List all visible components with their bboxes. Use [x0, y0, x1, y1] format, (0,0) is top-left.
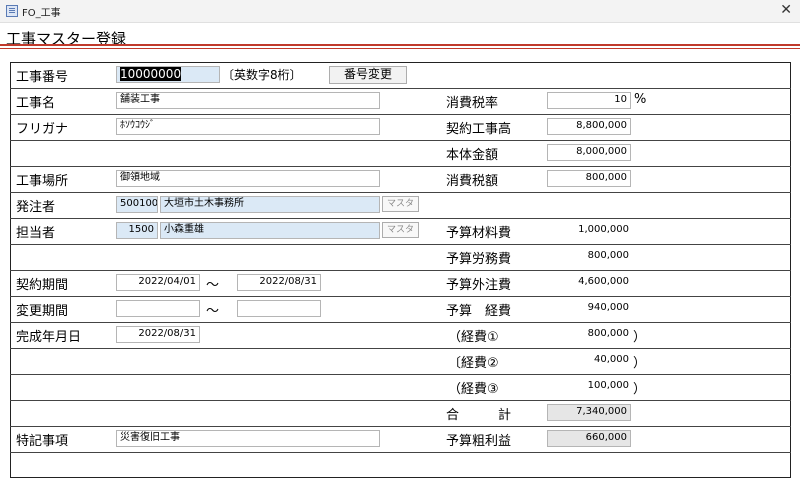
row-separator: [10, 88, 791, 89]
row-separator: [10, 426, 791, 427]
staff-label: 担当者: [16, 226, 56, 241]
client-master-button[interactable]: マスタ: [382, 196, 419, 212]
place-label: 工事場所: [16, 174, 69, 189]
change-to-input[interactable]: [237, 300, 321, 317]
gross-profit-field: 660,000: [547, 430, 631, 447]
expense2-value: 40,000: [594, 354, 629, 365]
expense3-close: ）: [633, 382, 647, 397]
change-from-input[interactable]: [116, 300, 200, 317]
expense2-label: 〔経費②: [448, 356, 499, 371]
tax-rate-unit: %: [634, 92, 647, 107]
base-amount-label: 本体金額: [446, 148, 499, 163]
total-field: 7,340,000: [547, 404, 631, 421]
furigana-input[interactable]: ﾎｿｳｺｳｼﾞ: [116, 118, 380, 135]
construction-name-input[interactable]: 舗装工事: [116, 92, 380, 109]
header-divider-thin: [0, 48, 800, 49]
change-period-label: 変更期間: [16, 304, 69, 319]
contract-period-tilde: ～: [206, 278, 220, 293]
contract-period-label: 契約期間: [16, 278, 69, 293]
row-separator: [10, 140, 791, 141]
form-header: 工事マスター登録: [0, 23, 800, 55]
row-separator: [10, 348, 791, 349]
expense1-label: （経費①: [448, 330, 499, 345]
base-amount-input[interactable]: 8,000,000: [547, 144, 631, 161]
completion-date-label: 完成年月日: [16, 330, 82, 345]
row-separator: [10, 114, 791, 115]
row-separator: [10, 166, 791, 167]
expenses-value: 940,000: [587, 302, 629, 313]
completion-date-input[interactable]: 2022/08/31: [116, 326, 200, 343]
expense3-value: 100,000: [587, 380, 629, 391]
staff-name-field: 小森重雄: [160, 222, 380, 239]
change-period-tilde: ～: [206, 304, 220, 319]
client-label: 発注者: [16, 200, 56, 215]
expense3-label: （経費③: [448, 382, 499, 397]
labor-value: 800,000: [587, 250, 629, 261]
row-separator: [10, 452, 791, 453]
labor-label: 予算労務費: [446, 252, 512, 267]
row-separator: [10, 296, 791, 297]
material-value: 1,000,000: [578, 224, 629, 235]
tax-amount-input[interactable]: 800,000: [547, 170, 631, 187]
contract-to-input[interactable]: 2022/08/31: [237, 274, 321, 291]
tax-amount-label: 消費税額: [446, 174, 499, 189]
staff-code-input[interactable]: 1500: [116, 222, 158, 239]
row-separator: [10, 270, 791, 271]
notes-input[interactable]: 災害復旧工事: [116, 430, 380, 447]
change-number-button[interactable]: 番号変更: [329, 66, 407, 84]
staff-master-button[interactable]: マスタ: [382, 222, 419, 238]
close-icon[interactable]: ✕: [780, 2, 792, 18]
row-separator: [10, 322, 791, 323]
row-separator: [10, 400, 791, 401]
outsourcing-label: 予算外注費: [446, 278, 512, 293]
client-code-input[interactable]: 500100: [116, 196, 158, 213]
expense2-close: ）: [633, 356, 647, 371]
contract-from-input[interactable]: 2022/04/01: [116, 274, 200, 291]
window-title: FO_工事: [22, 8, 61, 19]
client-name-field: 大垣市土木事務所: [160, 196, 380, 213]
expense1-close: ）: [633, 330, 647, 345]
place-input[interactable]: 御領地域: [116, 170, 380, 187]
total-label: 合 計: [446, 408, 512, 423]
material-label: 予算材料費: [446, 226, 512, 241]
notes-label: 特記事項: [16, 434, 69, 449]
expenses-label: 予算 経費: [446, 304, 512, 319]
expense1-value: 800,000: [587, 328, 629, 339]
window-titlebar: FO_工事 ✕: [0, 0, 800, 23]
construction-no-value: 10000000: [120, 67, 182, 81]
tax-rate-label: 消費税率: [446, 96, 499, 111]
construction-no-label: 工事番号: [16, 70, 69, 85]
gross-profit-label: 予算粗利益: [446, 434, 512, 449]
construction-no-hint: 〔英数字8桁〕: [222, 68, 302, 82]
construction-no-input[interactable]: 10000000: [116, 66, 220, 83]
construction-name-label: 工事名: [16, 96, 56, 111]
row-separator: [10, 374, 791, 375]
row-separator: [10, 192, 791, 193]
app-form-icon: [6, 5, 18, 17]
furigana-label: フリガナ: [16, 122, 69, 137]
tax-rate-input[interactable]: 10: [547, 92, 631, 109]
header-divider-thick: [0, 44, 800, 46]
contract-amount-input[interactable]: 8,800,000: [547, 118, 631, 135]
row-separator: [10, 244, 791, 245]
row-separator: [10, 218, 791, 219]
outsourcing-value: 4,600,000: [578, 276, 629, 287]
contract-amount-label: 契約工事高: [446, 122, 512, 137]
